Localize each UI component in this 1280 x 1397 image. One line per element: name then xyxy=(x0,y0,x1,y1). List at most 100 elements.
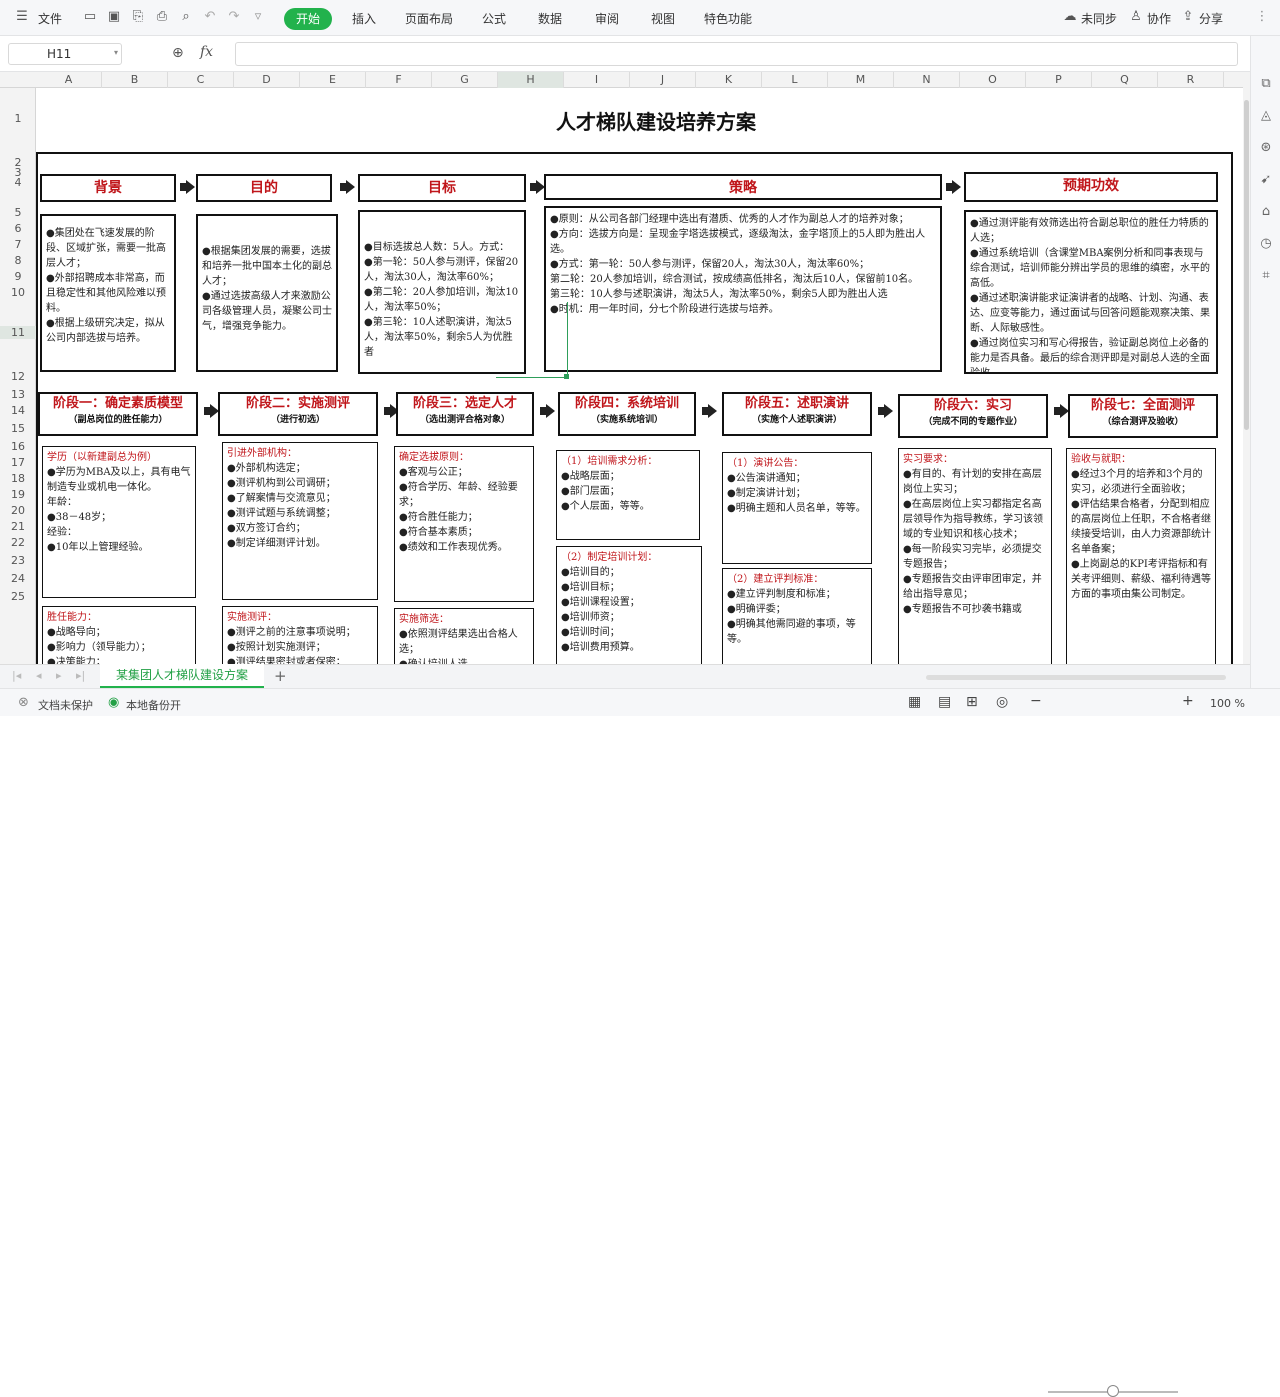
open-folder-icon[interactable]: ▭ xyxy=(82,9,98,25)
next-sheet-icon[interactable]: ▸ xyxy=(56,669,62,682)
crop-icon[interactable]: ⌗ xyxy=(1258,268,1274,284)
select-cursor-icon[interactable]: ➹ xyxy=(1258,172,1274,188)
save-icon[interactable]: ▣ xyxy=(106,9,122,25)
zoom-level[interactable]: 100 % xyxy=(1210,697,1245,710)
row-header-8[interactable]: 8 xyxy=(0,254,36,267)
formula-input[interactable] xyxy=(235,42,1238,66)
sheet-tab-active[interactable]: 某集团人才梯队建设方案 xyxy=(100,664,264,688)
add-sheet-icon[interactable]: + xyxy=(274,667,287,685)
row-header-1[interactable]: 1 xyxy=(0,112,36,125)
zoom-search-icon[interactable]: ⊕ xyxy=(172,45,184,61)
row-header-19[interactable]: 19 xyxy=(0,488,36,501)
name-box-dropdown-icon[interactable]: ▾ xyxy=(114,48,118,57)
column-header-C[interactable]: C xyxy=(168,72,234,88)
protect-status[interactable]: 文档未保护 xyxy=(38,697,93,713)
row-header-7[interactable]: 7 xyxy=(0,238,36,251)
menu-file[interactable]: 文件 xyxy=(38,10,62,27)
fx-icon[interactable]: fx xyxy=(200,44,213,60)
backup-status[interactable]: 本地备份开 xyxy=(126,697,181,713)
more-icon[interactable]: ⋮ xyxy=(1254,9,1270,25)
column-header-N[interactable]: N xyxy=(894,72,960,88)
tab-review[interactable]: 审阅 xyxy=(595,10,619,27)
row-header-6[interactable]: 6 xyxy=(0,222,36,235)
zoom-in-button[interactable]: + xyxy=(1182,693,1194,709)
row-header-14[interactable]: 14 xyxy=(0,404,36,417)
column-header-K[interactable]: K xyxy=(696,72,762,88)
page-break-icon[interactable]: ⊞ xyxy=(966,694,978,710)
column-header-I[interactable]: I xyxy=(564,72,630,88)
row-header-17[interactable]: 17 xyxy=(0,456,36,469)
cloud-sync-icon[interactable]: ☁ xyxy=(1062,9,1078,25)
sync-status[interactable]: 未同步 xyxy=(1081,10,1117,27)
column-header-D[interactable]: D xyxy=(234,72,300,88)
zoom-out-button[interactable]: − xyxy=(1030,693,1042,709)
tab-data[interactable]: 数据 xyxy=(538,10,562,27)
tab-page-layout[interactable]: 页面布局 xyxy=(405,10,453,27)
row-header-23[interactable]: 23 xyxy=(0,554,36,567)
column-header-R[interactable]: R xyxy=(1158,72,1224,88)
collab-button[interactable]: 协作 xyxy=(1147,10,1171,27)
row-header-9[interactable]: 9 xyxy=(0,270,36,283)
tab-features[interactable]: 特色功能 xyxy=(704,10,752,27)
fill-handle[interactable] xyxy=(564,374,569,379)
column-header-B[interactable]: B xyxy=(102,72,168,88)
row-header-24[interactable]: 24 xyxy=(0,572,36,585)
name-box[interactable]: H11 xyxy=(8,43,122,65)
page-view-icon[interactable]: ▤ xyxy=(938,694,951,710)
column-header-E[interactable]: E xyxy=(300,72,366,88)
last-sheet-icon[interactable]: ▸| xyxy=(76,669,85,682)
undo-icon[interactable]: ↶ xyxy=(202,9,218,25)
reading-mode-icon[interactable]: ◎ xyxy=(996,694,1008,710)
share-icon[interactable]: ⇪ xyxy=(1180,9,1196,25)
tab-start[interactable]: 开始 xyxy=(284,8,332,30)
row-header-22[interactable]: 22 xyxy=(0,536,36,549)
vertical-scroll-thumb[interactable] xyxy=(1244,100,1249,430)
hamburger-menu-icon[interactable]: ☰ xyxy=(14,9,30,25)
column-header-J[interactable]: J xyxy=(630,72,696,88)
column-header-M[interactable]: M xyxy=(828,72,894,88)
column-header-P[interactable]: P xyxy=(1026,72,1092,88)
horizontal-scroll-thumb[interactable] xyxy=(926,675,1226,680)
tab-insert[interactable]: 插入 xyxy=(352,10,376,27)
row-header-16[interactable]: 16 xyxy=(0,440,36,453)
arrow-icon xyxy=(702,404,717,418)
column-header-H[interactable]: H xyxy=(498,72,564,88)
first-sheet-icon[interactable]: |◂ xyxy=(12,669,21,682)
row-header-11[interactable]: 11 xyxy=(0,326,36,339)
redo-icon[interactable]: ↷ xyxy=(226,9,242,25)
row-header-25[interactable]: 25 xyxy=(0,590,36,603)
row-header-13[interactable]: 13 xyxy=(0,388,36,401)
sheet-grid[interactable]: 人才梯队建设培养方案 背景 目的 目标 策略 预期功效 ●集团处在飞速发展的阶段… xyxy=(36,88,1243,664)
row-header-18[interactable]: 18 xyxy=(0,472,36,485)
more-dropdown-icon[interactable]: ▿ xyxy=(250,9,266,25)
paint-icon[interactable]: ⊛ xyxy=(1258,140,1274,156)
tab-formula[interactable]: 公式 xyxy=(482,10,506,27)
row-header-21[interactable]: 21 xyxy=(0,520,36,533)
column-header-L[interactable]: L xyxy=(762,72,828,88)
zoom-slider-handle[interactable] xyxy=(1107,1385,1119,1397)
row-header-10[interactable]: 10 xyxy=(0,286,36,299)
format-icon[interactable]: ⧉ xyxy=(1258,76,1274,92)
phase-7-header: 阶段七：全面测评 （综合测评及验收） xyxy=(1068,394,1218,438)
prev-sheet-icon[interactable]: ◂ xyxy=(36,669,42,682)
export-icon[interactable]: ⎘ xyxy=(130,9,146,25)
column-header-O[interactable]: O xyxy=(960,72,1026,88)
row-header-20[interactable]: 20 xyxy=(0,504,36,517)
column-header-A[interactable]: A xyxy=(36,72,102,88)
print-icon[interactable]: ⎙ xyxy=(154,9,170,25)
style-icon[interactable]: ◬ xyxy=(1258,108,1274,124)
tab-view[interactable]: 视图 xyxy=(651,10,675,27)
column-header-Q[interactable]: Q xyxy=(1092,72,1158,88)
normal-view-icon[interactable]: ▦ xyxy=(908,694,921,710)
row-header-12[interactable]: 12 xyxy=(0,370,36,383)
collab-icon[interactable]: ♙ xyxy=(1128,9,1144,25)
row-header-15[interactable]: 15 xyxy=(0,422,36,435)
share-button[interactable]: 分享 xyxy=(1199,10,1223,27)
history-icon[interactable]: ◷ xyxy=(1258,236,1274,252)
column-header-G[interactable]: G xyxy=(432,72,498,88)
preview-icon[interactable]: ⌕ xyxy=(178,9,194,25)
row-header-5[interactable]: 5 xyxy=(0,206,36,219)
column-header-F[interactable]: F xyxy=(366,72,432,88)
shapes-icon[interactable]: ⌂ xyxy=(1258,204,1274,220)
row-header-4[interactable]: 4 xyxy=(0,176,36,189)
